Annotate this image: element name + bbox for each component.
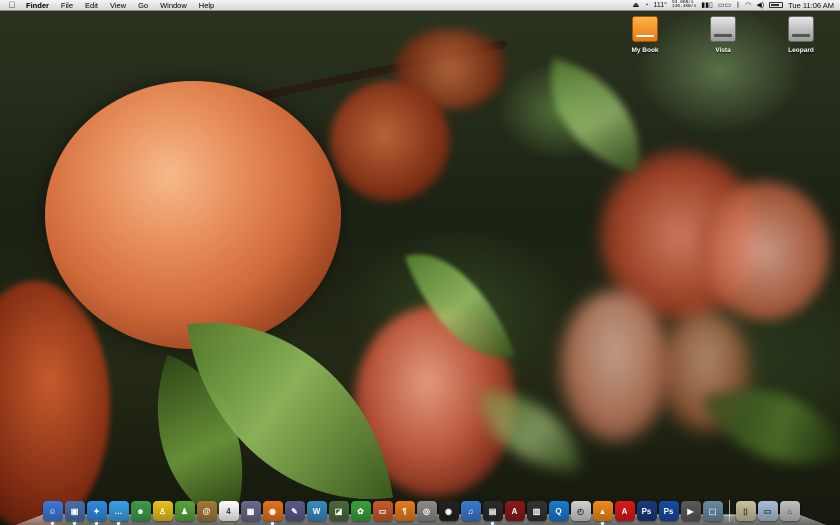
menu-extras: ⏏ ◔ 111° 53.8KB/s 140.4KB/s ▮▮▯ ▭▭ ᛒ ◠ ◀…	[633, 0, 840, 11]
adium-icon[interactable]: ☻	[130, 501, 151, 521]
gecko-icon[interactable]: ✿	[350, 501, 371, 521]
network-stats[interactable]: 53.8KB/s 140.4KB/s	[671, 0, 697, 10]
net-up-readout: 140.4KB/s	[671, 4, 697, 9]
sync-icon[interactable]: ◔	[644, 0, 648, 11]
acrobat-icon[interactable]: A	[614, 501, 635, 521]
wifi-icon[interactable]: ◠	[745, 0, 751, 11]
menu-clock[interactable]: Tue 11:06 AM	[788, 1, 834, 10]
cpu-meter-icon[interactable]: ▮▮▯	[701, 0, 713, 11]
volume-icon[interactable]: ◀)	[756, 0, 764, 11]
apple-menu-icon[interactable]: 	[4, 0, 20, 10]
word-icon[interactable]: W	[306, 501, 327, 521]
network-icon[interactable]: ⬚	[702, 501, 723, 521]
wallpaper-peach-main	[45, 81, 341, 349]
graphic-icon[interactable]: ◪	[328, 501, 349, 521]
ichat-buddy-icon[interactable]: ♟	[174, 501, 195, 521]
wallpaper-leaf	[530, 58, 660, 174]
dictionary-icon[interactable]: A	[504, 501, 525, 521]
safari-icon[interactable]: ✦	[86, 501, 107, 525]
preview-icon[interactable]: ▣	[64, 501, 85, 525]
folder-icon[interactable]: ▭	[757, 501, 778, 521]
battery-icon[interactable]	[769, 2, 784, 8]
menu-go[interactable]: Go	[132, 0, 154, 11]
menu-view[interactable]: View	[104, 0, 132, 11]
photo-booth-icon[interactable]: ▦	[240, 501, 261, 521]
external-drive-icon	[632, 16, 658, 42]
eject-icon[interactable]: ⏏	[633, 0, 640, 11]
stickies-icon[interactable]: ▥	[526, 501, 547, 521]
wallpaper-peach	[700, 181, 830, 321]
documents-stack-icon[interactable]: ▯	[735, 501, 756, 521]
menu-bar:  Finder File Edit View Go Window Help ⏏…	[0, 0, 840, 11]
wallpaper-peach	[560, 291, 670, 441]
alarm-clock-icon[interactable]: ◴	[570, 501, 591, 521]
hard-drive-icon	[710, 16, 736, 42]
desktop-icon-vista[interactable]: Vista	[698, 16, 748, 54]
aim-icon[interactable]: ♙	[152, 501, 173, 521]
menu-app-finder[interactable]: Finder	[20, 0, 55, 11]
menu-edit[interactable]: Edit	[79, 0, 104, 11]
quicktime-icon[interactable]: Q	[548, 501, 569, 521]
vlc-icon[interactable]: ▲	[592, 501, 613, 525]
finder-icon[interactable]: ☺	[42, 501, 63, 525]
dock: ☺ ▣ ✦… ☻ ♙ ♟ @4 ▦ ◉ ✎ W ◪ ✿ ▭ ¶ ◎ ◉ ♫ ▤ A ▥ Q ◴ ▲ A Ps Ps ▶ ⬚ ▯ ▭ ⌂	[16, 494, 826, 525]
ical-icon[interactable]: 4	[218, 501, 239, 521]
pages-icon[interactable]: ¶	[394, 501, 415, 521]
keynote-icon[interactable]: ▭	[372, 501, 393, 521]
trash-icon[interactable]: ⌂	[779, 501, 800, 521]
menu-help[interactable]: Help	[193, 0, 220, 11]
desktop-icon-leopard[interactable]: Leopard	[776, 16, 826, 54]
desktop-icon-my-book[interactable]: My Book	[620, 16, 670, 54]
menu-window[interactable]: Window	[154, 0, 193, 11]
photoshop-cs-icon[interactable]: Ps	[658, 501, 679, 521]
desktop-icon-label: My Book	[631, 47, 659, 54]
activity-monitor-icon[interactable]: ▤	[482, 501, 503, 525]
script-editor-icon[interactable]: ✎	[284, 501, 305, 521]
photoshop-icon[interactable]: Ps	[636, 501, 657, 521]
memory-meter-icon[interactable]: ▭▭	[718, 0, 731, 11]
wallpaper-peach	[330, 81, 450, 201]
address-book-icon[interactable]: @	[196, 501, 217, 521]
hard-drive-icon	[788, 16, 814, 42]
temperature-readout[interactable]: 111°	[654, 0, 667, 11]
menu-file[interactable]: File	[55, 0, 79, 11]
desktop-wallpaper	[0, 11, 840, 525]
itunes-icon[interactable]: ♫	[460, 501, 481, 521]
aperture-icon[interactable]: ◉	[438, 501, 459, 521]
movie-icon[interactable]: ▶	[680, 501, 701, 521]
firefox-icon[interactable]: ◉	[262, 501, 283, 525]
desktop-icon-label: Leopard	[788, 47, 814, 54]
ichat-icon[interactable]: …	[108, 501, 129, 525]
desktop-icon-label: Vista	[715, 47, 731, 54]
wallpaper-peach	[0, 281, 110, 525]
bluetooth-icon[interactable]: ᛒ	[736, 0, 740, 11]
screenshot-icon[interactable]: ◎	[416, 501, 437, 521]
